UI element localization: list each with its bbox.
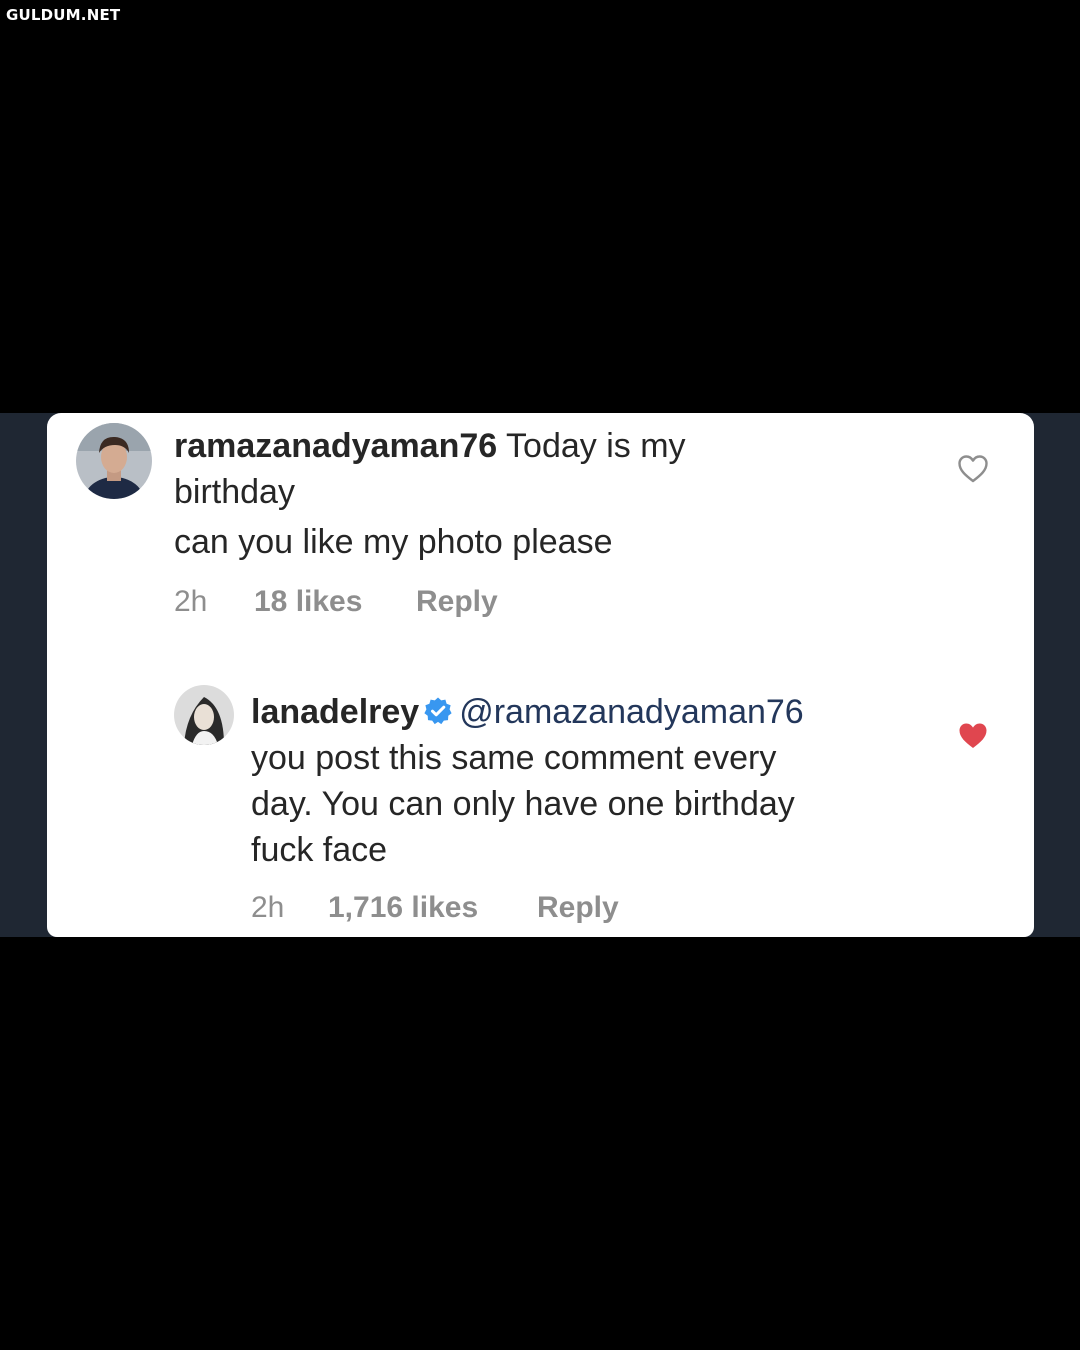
comment-likes[interactable]: 1,716 likes <box>328 891 537 925</box>
verified-badge-icon <box>423 696 453 726</box>
comment-username[interactable]: lanadelrey <box>251 693 419 731</box>
comment-text-line: birthday <box>174 473 295 511</box>
comment-body: ramazanadyaman76 Today is my birthday ca… <box>174 423 934 565</box>
comment-meta: 2h 1,716 likes Reply <box>251 891 619 925</box>
heart-filled-icon[interactable] <box>957 721 989 751</box>
heart-outline-icon[interactable] <box>957 454 989 484</box>
comment-meta: 2h 18 likes Reply <box>174 585 498 619</box>
comment-text-line: you post this same comment every <box>251 739 777 777</box>
avatar[interactable] <box>174 685 234 745</box>
comment-body: lanadelrey @ramazanadyaman76 you post th… <box>251 689 951 873</box>
comment-text-line: Today is my <box>506 427 686 465</box>
comment-text-line: day. You can only have one birthday <box>251 785 795 823</box>
avatar[interactable] <box>76 423 152 499</box>
comment-time: 2h <box>174 585 208 618</box>
comment-time: 2h <box>251 891 285 924</box>
comment-username[interactable]: ramazanadyaman76 <box>174 427 497 465</box>
comments-card: ramazanadyaman76 Today is my birthday ca… <box>47 413 1034 937</box>
comment-likes[interactable]: 18 likes <box>254 585 416 619</box>
comment-text-line: fuck face <box>251 831 388 869</box>
comment-mention[interactable]: @ramazanadyaman76 <box>459 693 803 731</box>
reply-button[interactable]: Reply <box>416 585 498 619</box>
reply-button[interactable]: Reply <box>537 891 619 925</box>
watermark-logo: GULDUM.NET <box>6 6 121 24</box>
comment-text-line: can you like my photo please <box>174 523 613 561</box>
